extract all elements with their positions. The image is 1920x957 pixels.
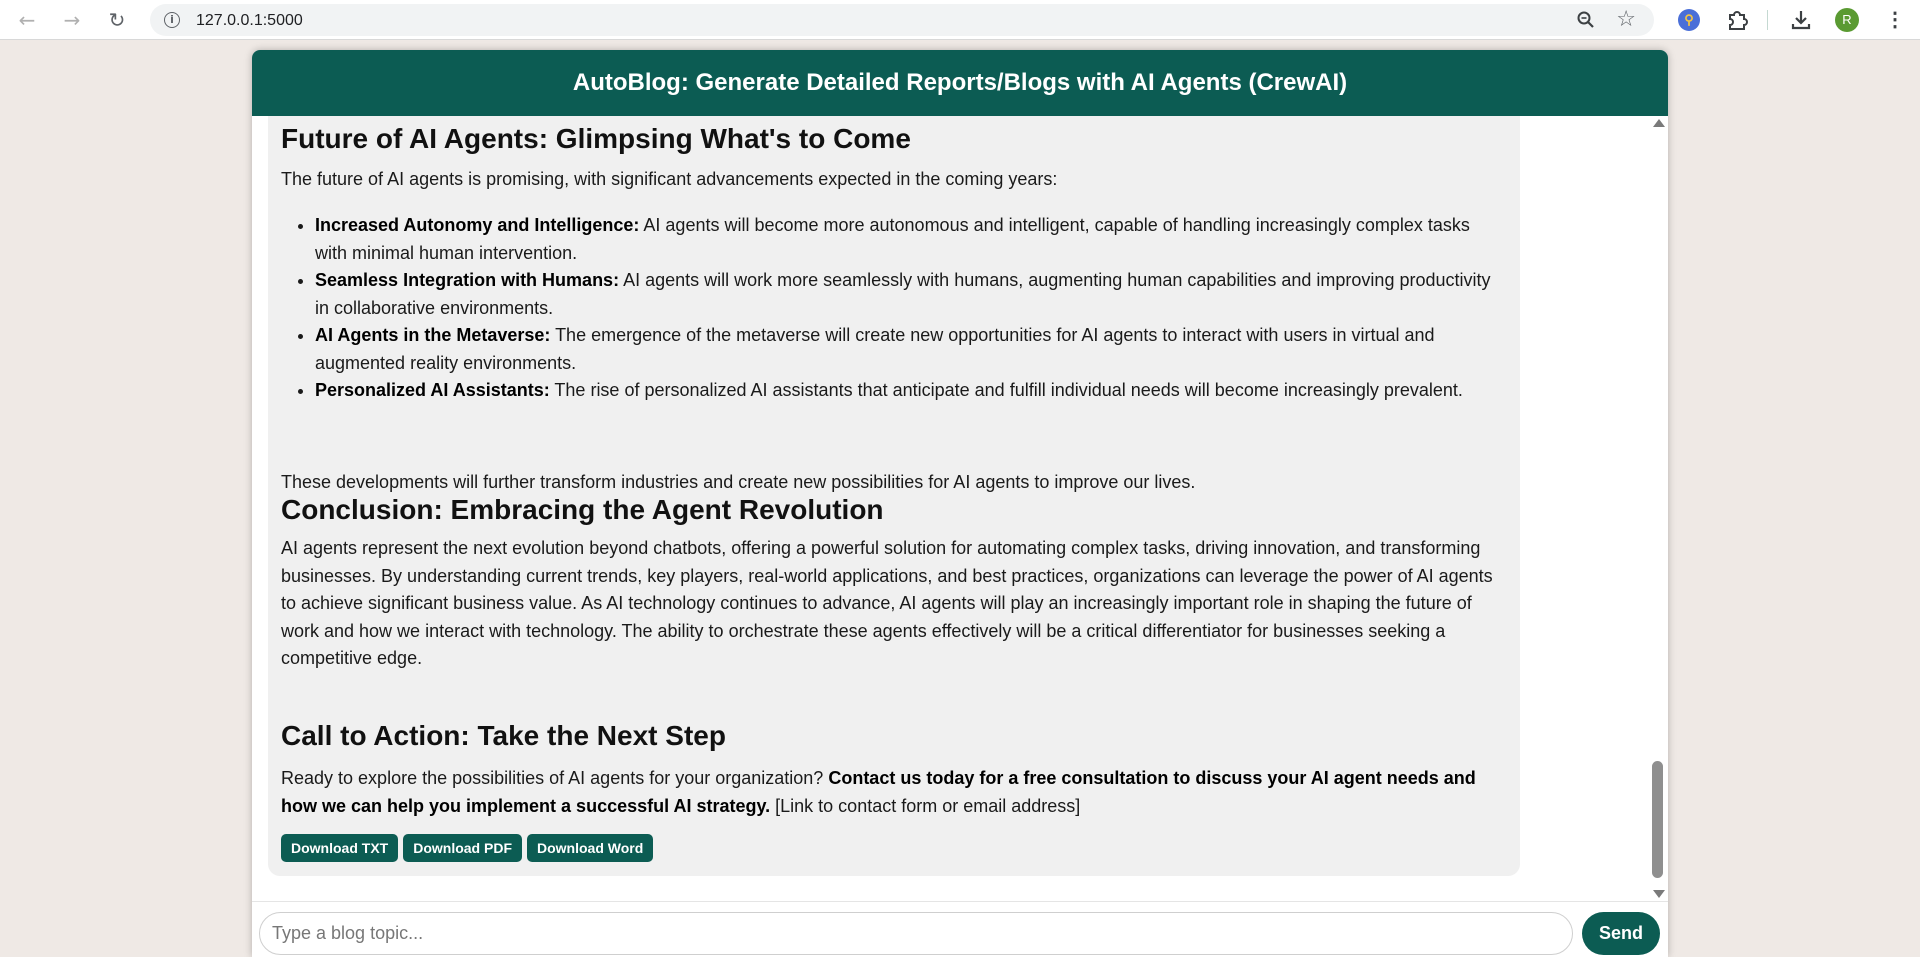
download-pdf-button[interactable]: Download PDF <box>403 834 522 862</box>
paragraph-conclusion: AI agents represent the next evolution b… <box>281 538 1493 668</box>
bot-message: Future of AI Agents: Glimpsing What's to… <box>268 116 1520 876</box>
download-txt-button[interactable]: Download TXT <box>281 834 399 862</box>
extension-icon[interactable]: ⚲ <box>1678 9 1700 31</box>
forward-arrow-icon[interactable]: → <box>59 7 85 33</box>
paragraph-future-intro: The future of AI agents is promising, wi… <box>281 169 1058 189</box>
app-title: AutoBlog: Generate Detailed Reports/Blog… <box>252 50 1668 116</box>
list-item-text: The rise of personalized AI assistants t… <box>549 380 1463 400</box>
section-heading-future: Future of AI Agents: Glimpsing What's to… <box>281 123 911 154</box>
cta-lead-text: Ready to explore the possibilities of AI… <box>281 768 829 788</box>
composer: Send <box>252 901 1668 957</box>
section-heading-conclusion: Conclusion: Embracing the Agent Revoluti… <box>281 494 884 525</box>
zoom-icon[interactable] <box>1576 10 1596 30</box>
back-arrow-icon[interactable]: ← <box>14 7 40 33</box>
download-icon[interactable] <box>1789 8 1813 32</box>
toolbar-divider <box>1767 10 1768 30</box>
extensions-puzzle-icon[interactable] <box>1725 8 1749 32</box>
paragraph-cta: Ready to explore the possibilities of AI… <box>281 765 1509 820</box>
paragraph-future-outro: These developments will further transfor… <box>281 472 1196 492</box>
list-item-title: Increased Autonomy and Intelligence: <box>315 215 640 235</box>
list-item-title: Personalized AI Assistants: <box>315 380 550 400</box>
topic-input[interactable] <box>259 912 1573 955</box>
list-item: Seamless Integration with Humans: AI age… <box>315 267 1505 322</box>
bookmark-star-icon[interactable]: ☆ <box>1616 7 1636 32</box>
list-item-title: AI Agents in the Metaverse: <box>315 325 551 345</box>
browser-toolbar: ← → ↻ i 127.0.0.1:5000 ☆ ⚲ R ⋮ <box>0 0 1920 40</box>
list-item: Personalized AI Assistants: The rise of … <box>315 377 1505 405</box>
address-bar[interactable]: i 127.0.0.1:5000 ☆ <box>150 4 1654 36</box>
section-heading-cta: Call to Action: Take the Next Step <box>281 720 726 751</box>
list-item: Increased Autonomy and Intelligence: AI … <box>315 212 1505 267</box>
cta-link-placeholder: [Link to contact form or email address] <box>770 795 1081 816</box>
download-word-button[interactable]: Download Word <box>527 834 654 862</box>
chat-area[interactable]: Future of AI Agents: Glimpsing What's to… <box>252 116 1668 901</box>
future-bullet-list: Increased Autonomy and Intelligence: AI … <box>315 212 1505 405</box>
scroll-down-arrow-icon[interactable] <box>1653 890 1665 898</box>
scrollbar-thumb[interactable] <box>1652 761 1663 878</box>
list-item-title: Seamless Integration with Humans: <box>315 270 620 290</box>
scroll-up-arrow-icon[interactable] <box>1653 119 1665 127</box>
reload-icon[interactable]: ↻ <box>104 7 130 33</box>
profile-avatar[interactable]: R <box>1835 8 1859 32</box>
download-buttons: Download TXT Download PDF Download Word <box>281 834 658 862</box>
site-info-icon[interactable]: i <box>164 12 180 28</box>
app-window: AutoBlog: Generate Detailed Reports/Blog… <box>252 50 1668 957</box>
url-text[interactable]: 127.0.0.1:5000 <box>196 12 303 30</box>
chat-scrollbar[interactable] <box>1650 116 1666 901</box>
list-item: AI Agents in the Metaverse: The emergenc… <box>315 322 1505 377</box>
send-button[interactable]: Send <box>1582 912 1660 955</box>
more-menu-icon[interactable]: ⋮ <box>1885 8 1905 32</box>
